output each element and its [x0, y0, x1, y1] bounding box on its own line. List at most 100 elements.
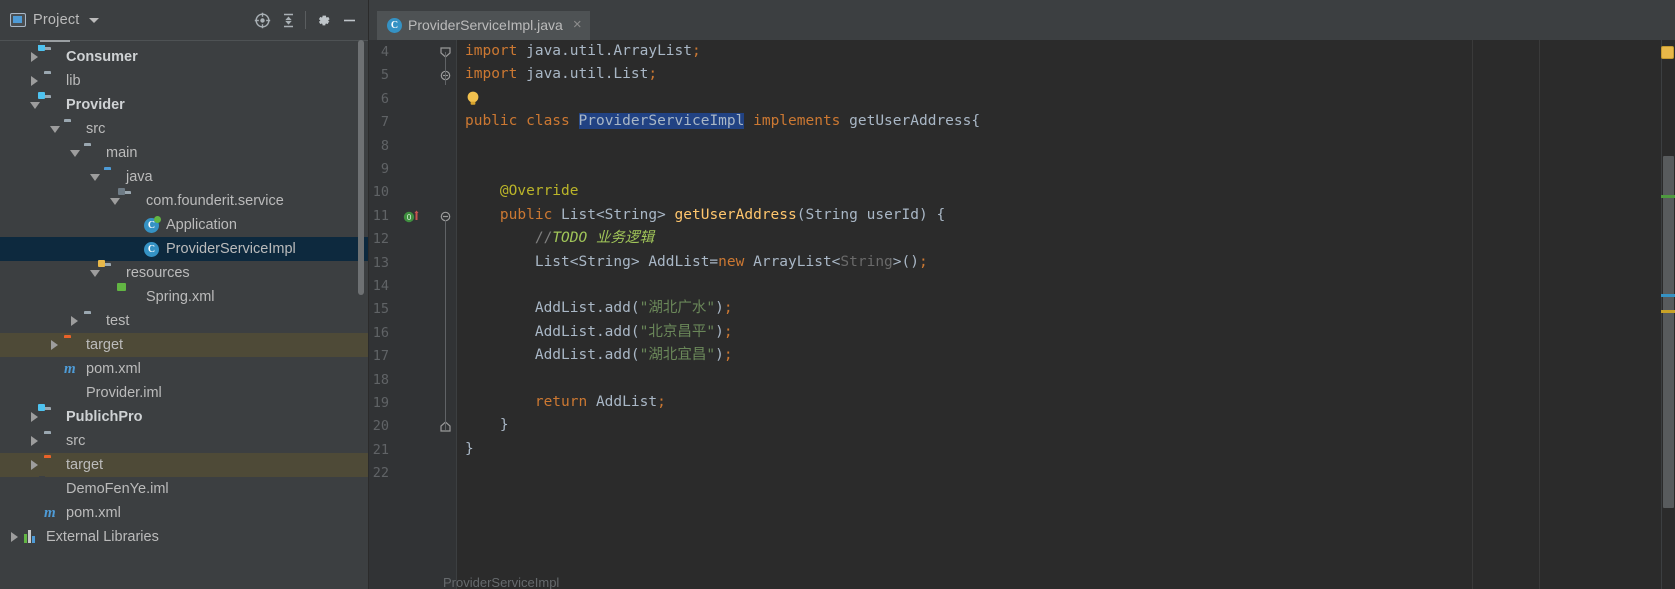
gear-icon[interactable] — [310, 7, 336, 33]
implementing-method-icon[interactable]: O — [403, 209, 423, 229]
tree-item-label: java — [126, 169, 153, 185]
code-line[interactable]: AddList.add("湖北宜昌"); — [465, 346, 733, 364]
code-token: String — [805, 206, 858, 223]
project-title-group[interactable]: Project — [10, 12, 249, 28]
collapse-all-icon[interactable] — [275, 7, 301, 33]
expand-arrow-icon[interactable] — [28, 51, 41, 64]
tree-item-target[interactable]: target — [0, 453, 368, 477]
editor-tab-providerserviceimpl[interactable]: C ProviderServiceImpl.java × — [377, 11, 590, 40]
twisty-placeholder — [28, 483, 41, 496]
code-token: } — [465, 440, 474, 457]
collapse-arrow-icon[interactable] — [28, 99, 41, 112]
code-line[interactable]: } — [465, 416, 509, 434]
project-window-icon — [10, 13, 26, 27]
locate-target-icon[interactable] — [249, 7, 275, 33]
tree-item-test[interactable]: test — [0, 309, 368, 333]
tree-item-consumer[interactable]: Consumer — [0, 45, 368, 69]
code-line[interactable]: public List<String> getUserAddress(Strin… — [465, 206, 945, 224]
collapse-arrow-icon[interactable] — [68, 147, 81, 160]
tree-item-main[interactable]: main — [0, 141, 368, 165]
tree-item-src[interactable]: src — [0, 429, 368, 453]
code-folding-strip[interactable] — [435, 40, 457, 589]
tree-item-provider[interactable]: Provider — [0, 92, 368, 117]
tree-item-resources[interactable]: resources — [0, 260, 368, 285]
expand-arrow-icon[interactable] — [8, 531, 21, 544]
code-token: new — [718, 253, 745, 270]
project-tree-scrollbar[interactable] — [358, 40, 364, 295]
java-runnable-class-icon: C — [144, 216, 161, 233]
code-line[interactable]: //TODO 业务逻辑 — [465, 229, 654, 247]
code-token: // — [465, 230, 553, 247]
code-token: } — [465, 417, 509, 434]
tree-item-label: Provider.iml — [86, 385, 162, 401]
tree-item-com-founderit-service[interactable]: com.founderit.service — [0, 188, 368, 213]
expand-arrow-icon[interactable] — [28, 75, 41, 88]
code-token: return — [465, 394, 588, 410]
tree-item-lib[interactable]: lib — [0, 69, 368, 93]
expand-arrow-icon[interactable] — [28, 411, 41, 424]
code-token: getUserAddress — [849, 113, 972, 130]
collapse-arrow-icon[interactable] — [48, 123, 61, 136]
project-toolbar: Project — [0, 0, 368, 40]
tree-item-spring-xml[interactable]: Spring.xml — [0, 285, 368, 309]
tree-item-external-libraries[interactable]: External Libraries — [0, 525, 368, 549]
editor-gutter[interactable]: 4 5 6 7 8 9 10 11 O 12 13 14 15 16 17 18 19 20 21 22 — [369, 40, 435, 589]
tree-item-label: Consumer — [66, 49, 138, 65]
project-tool-window: Project Consumer lib Provider src main j… — [0, 0, 369, 589]
breadcrumb[interactable]: ProviderServiceImpl — [443, 575, 559, 589]
tree-item-target[interactable]: target — [0, 333, 368, 357]
tree-item-pom-xml[interactable]: m pom.xml — [0, 501, 368, 525]
project-tree[interactable]: Consumer lib Provider src main java com.founde… — [0, 45, 368, 589]
warning-chip-icon[interactable] — [1661, 46, 1674, 59]
tree-item-providerserviceimpl[interactable]: C ProviderServiceImpl — [0, 237, 368, 261]
minimize-icon[interactable] — [336, 7, 362, 33]
warn-marker[interactable] — [1661, 310, 1675, 313]
added-marker[interactable] — [1661, 195, 1675, 198]
fold-region-line-method — [445, 219, 446, 431]
vertical-scrollbar[interactable] — [1663, 156, 1674, 508]
code-line[interactable]: import java.util.List; — [465, 65, 657, 83]
collapse-arrow-icon[interactable] — [88, 171, 101, 184]
code-line[interactable]: AddList.add("北京昌平"); — [465, 323, 733, 341]
collapse-arrow-icon[interactable] — [88, 267, 101, 280]
code-line[interactable]: AddList.add("湖北广水"); — [465, 299, 733, 317]
code-line[interactable]: @Override — [465, 182, 579, 200]
expand-arrow-icon[interactable] — [48, 339, 61, 352]
intention-bulb-icon[interactable] — [465, 90, 481, 111]
info-marker[interactable] — [1661, 294, 1675, 297]
tree-item-label: target — [86, 337, 124, 353]
code-token: ; — [919, 253, 928, 270]
code-line[interactable]: List<String> AddList=new ArrayList<Strin… — [465, 253, 928, 271]
expand-arrow-icon[interactable] — [68, 315, 81, 328]
code-line[interactable]: import java.util.ArrayList; — [465, 42, 701, 60]
tree-item-publichpro[interactable]: PublichPro — [0, 404, 368, 429]
code-token: public class — [465, 113, 579, 130]
tree-item-label: lib — [66, 73, 81, 89]
line-number: 19 — [372, 395, 389, 411]
tree-item-src[interactable]: src — [0, 117, 368, 141]
tree-item-pom-xml[interactable]: m pom.xml — [0, 357, 368, 381]
editor-tabbar: C ProviderServiceImpl.java × — [369, 0, 1675, 40]
expand-arrow-icon[interactable] — [28, 435, 41, 448]
code-content[interactable]: import java.util.ArrayList; import java.u… — [457, 40, 1675, 589]
code-line[interactable]: return AddList; — [465, 393, 666, 411]
tree-item-application[interactable]: C Application — [0, 213, 368, 237]
twisty-placeholder — [48, 363, 61, 376]
code-line[interactable]: } — [465, 440, 474, 458]
twisty-placeholder — [128, 219, 141, 232]
code-token: "湖北广水" — [639, 300, 716, 317]
code-token: public — [465, 206, 562, 223]
chevron-down-icon[interactable] — [88, 17, 99, 23]
tree-item-java[interactable]: java — [0, 165, 368, 189]
code-token: ; — [723, 323, 733, 340]
line-number: 11 — [372, 207, 389, 224]
code-line[interactable]: public class ProviderServiceImpl impleme… — [465, 112, 980, 130]
collapse-arrow-icon[interactable] — [108, 195, 121, 208]
line-number: 4 — [380, 44, 389, 60]
tree-item-demofenye-iml[interactable]: DemoFenYe.iml — [0, 477, 368, 501]
expand-arrow-icon[interactable] — [28, 459, 41, 472]
tree-item-provider-iml[interactable]: Provider.iml — [0, 381, 368, 405]
error-stripe-marker-strip[interactable] — [1661, 40, 1675, 589]
editor-body[interactable]: 4 5 6 7 8 9 10 11 O 12 13 14 15 16 17 18 19 20 21 22 import… — [369, 40, 1675, 589]
close-icon[interactable]: × — [573, 17, 582, 32]
